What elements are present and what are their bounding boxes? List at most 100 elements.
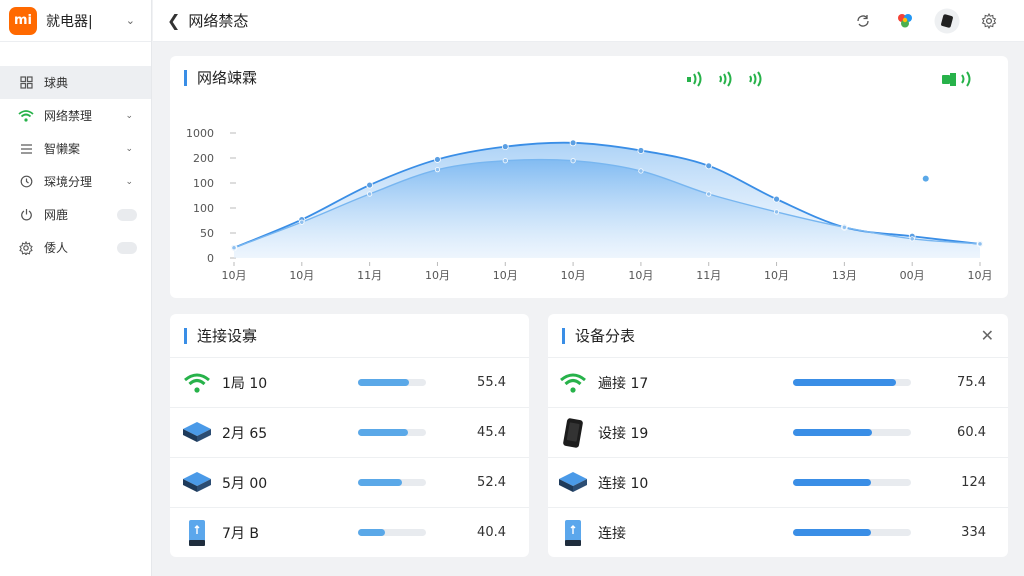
sidebar-item-settings[interactable]: 倭人 bbox=[0, 231, 151, 264]
usage-bar bbox=[358, 429, 426, 436]
x-tick-label: 10月 bbox=[764, 269, 789, 282]
list-item[interactable]: 5月 00 52.4 bbox=[170, 457, 529, 507]
mi-logo: mi bbox=[9, 6, 37, 35]
data-point[interactable] bbox=[706, 191, 712, 197]
sidebar-item-label: 球典 bbox=[44, 76, 69, 90]
list-item[interactable]: 2月 65 45.4 bbox=[170, 407, 529, 457]
sidebar-item-label: 琛境分理 bbox=[44, 175, 93, 189]
data-point[interactable] bbox=[638, 168, 644, 174]
data-point[interactable] bbox=[909, 236, 915, 242]
usage-bar-fill bbox=[358, 479, 403, 486]
device-name: 就电器| bbox=[46, 13, 93, 30]
device-label: 2月 65 bbox=[222, 425, 268, 442]
data-point[interactable] bbox=[501, 143, 509, 151]
sidebar-item-power[interactable]: 网鹿 bbox=[0, 198, 151, 231]
x-tick-label: 11月 bbox=[357, 269, 382, 282]
toggle-switch[interactable] bbox=[117, 241, 137, 254]
device-label: 7月 B bbox=[222, 525, 259, 542]
device-list-card: 设备分表 ✕ 遍接 17 75.4 设接 19 60.4 连接 10 124 连接 334 bbox=[548, 314, 1008, 557]
colorful-app-icon[interactable] bbox=[884, 0, 926, 42]
router-icon bbox=[180, 418, 214, 448]
chevron-down-icon: ⌄ bbox=[125, 110, 133, 121]
x-tick-label: 10月 bbox=[289, 269, 314, 282]
wifi-icon bbox=[556, 368, 590, 398]
x-tick-label: 10月 bbox=[968, 269, 993, 282]
outlier-point[interactable] bbox=[922, 175, 929, 182]
network-chart-card: 网络竦霖 1000 200 100 100 50 0 10月 10月 11月 10月 10月 10月… bbox=[170, 56, 1008, 298]
x-tick-label: 00月 bbox=[900, 269, 925, 282]
sidebar-item-environment[interactable]: 琛境分理 ⌄ bbox=[0, 165, 151, 198]
series-area-1 bbox=[234, 159, 980, 258]
sidebar-nav: 球典 网络禁理 ⌄ 智懒案 ⌄ 琛境分理 ⌄ 网鹿 倭人 bbox=[0, 66, 151, 264]
list-item[interactable]: 设接 19 60.4 bbox=[548, 407, 1008, 457]
usage-bar-fill bbox=[793, 479, 871, 486]
usage-value: 124 bbox=[961, 475, 986, 490]
chevron-down-icon: ⌄ bbox=[125, 176, 133, 187]
data-point[interactable] bbox=[367, 191, 373, 197]
data-point[interactable] bbox=[841, 224, 847, 230]
y-tick-label: 200 bbox=[193, 152, 214, 165]
data-point[interactable] bbox=[434, 167, 441, 173]
wifi-icon bbox=[180, 368, 214, 398]
x-tick-label: 11月 bbox=[696, 269, 721, 282]
back-arrow-icon[interactable]: ❮ bbox=[167, 11, 180, 30]
grid-icon bbox=[18, 75, 34, 91]
settings-icon[interactable] bbox=[968, 0, 1010, 42]
data-point[interactable] bbox=[977, 241, 983, 247]
phone-icon bbox=[556, 518, 590, 548]
brand-header[interactable]: mi 就电器| ⌄ bbox=[0, 0, 151, 42]
usage-value: 334 bbox=[961, 525, 986, 540]
list-item[interactable]: 连接 334 bbox=[548, 507, 1008, 557]
list-item[interactable]: 1局 10 55.4 bbox=[170, 357, 529, 407]
data-point[interactable] bbox=[434, 156, 441, 163]
device-label: 连接 bbox=[598, 525, 626, 542]
data-point[interactable] bbox=[773, 209, 780, 215]
sidebar-item-network[interactable]: 网络禁理 ⌄ bbox=[0, 99, 151, 132]
close-icon[interactable]: ✕ bbox=[981, 326, 994, 345]
data-point[interactable] bbox=[569, 139, 577, 147]
toggle-switch[interactable] bbox=[117, 208, 137, 221]
device-label: 遍接 17 bbox=[598, 375, 649, 392]
top-bar: ❮ 网络禁态 bbox=[153, 0, 1024, 42]
y-tick-label: 50 bbox=[200, 227, 214, 240]
device-avatar-icon[interactable] bbox=[926, 0, 968, 42]
connected-devices-card: 连接设寡 1局 10 55.4 2月 65 45.4 5月 00 52.4 7月 B 40.4 bbox=[170, 314, 529, 557]
usage-value: 45.4 bbox=[477, 425, 506, 440]
sidebar-item-overview[interactable]: 球典 bbox=[0, 66, 151, 99]
sync-icon[interactable] bbox=[842, 0, 884, 42]
y-tick-label: 100 bbox=[193, 202, 214, 215]
data-point[interactable] bbox=[705, 162, 713, 170]
list-item[interactable]: 遍接 17 75.4 bbox=[548, 357, 1008, 407]
data-point[interactable] bbox=[570, 158, 576, 164]
list-icon bbox=[18, 141, 34, 157]
power-icon bbox=[18, 207, 34, 223]
usage-bar bbox=[358, 479, 426, 486]
data-point[interactable] bbox=[502, 158, 508, 164]
data-point[interactable] bbox=[366, 181, 374, 189]
usage-bar bbox=[793, 479, 911, 486]
device-label: 设接 19 bbox=[598, 425, 649, 442]
chevron-down-icon[interactable]: ⌄ bbox=[126, 14, 135, 27]
device-label: 连接 10 bbox=[598, 475, 649, 492]
data-point[interactable] bbox=[773, 195, 780, 203]
sidebar-item-label: 网络禁理 bbox=[44, 109, 93, 123]
toolbar bbox=[842, 0, 1010, 42]
wifi-icon bbox=[18, 108, 34, 124]
usage-value: 40.4 bbox=[477, 525, 506, 540]
data-point[interactable] bbox=[637, 147, 645, 154]
y-tick-label: 1000 bbox=[186, 127, 214, 140]
data-point[interactable] bbox=[231, 245, 237, 251]
usage-bar bbox=[793, 429, 911, 436]
usage-bar bbox=[793, 529, 911, 536]
router-icon bbox=[180, 468, 214, 498]
usage-bar-fill bbox=[358, 379, 409, 386]
list-item[interactable]: 连接 10 124 bbox=[548, 457, 1008, 507]
list-item[interactable]: 7月 B 40.4 bbox=[170, 507, 529, 557]
usage-bar bbox=[358, 529, 426, 536]
sidebar-item-label: 智懒案 bbox=[44, 142, 81, 156]
data-point[interactable] bbox=[299, 219, 305, 225]
usage-bar bbox=[358, 379, 426, 386]
x-tick-label: 10月 bbox=[222, 269, 247, 282]
sidebar-item-list[interactable]: 智懒案 ⌄ bbox=[0, 132, 151, 165]
usage-bar-fill bbox=[358, 429, 408, 436]
